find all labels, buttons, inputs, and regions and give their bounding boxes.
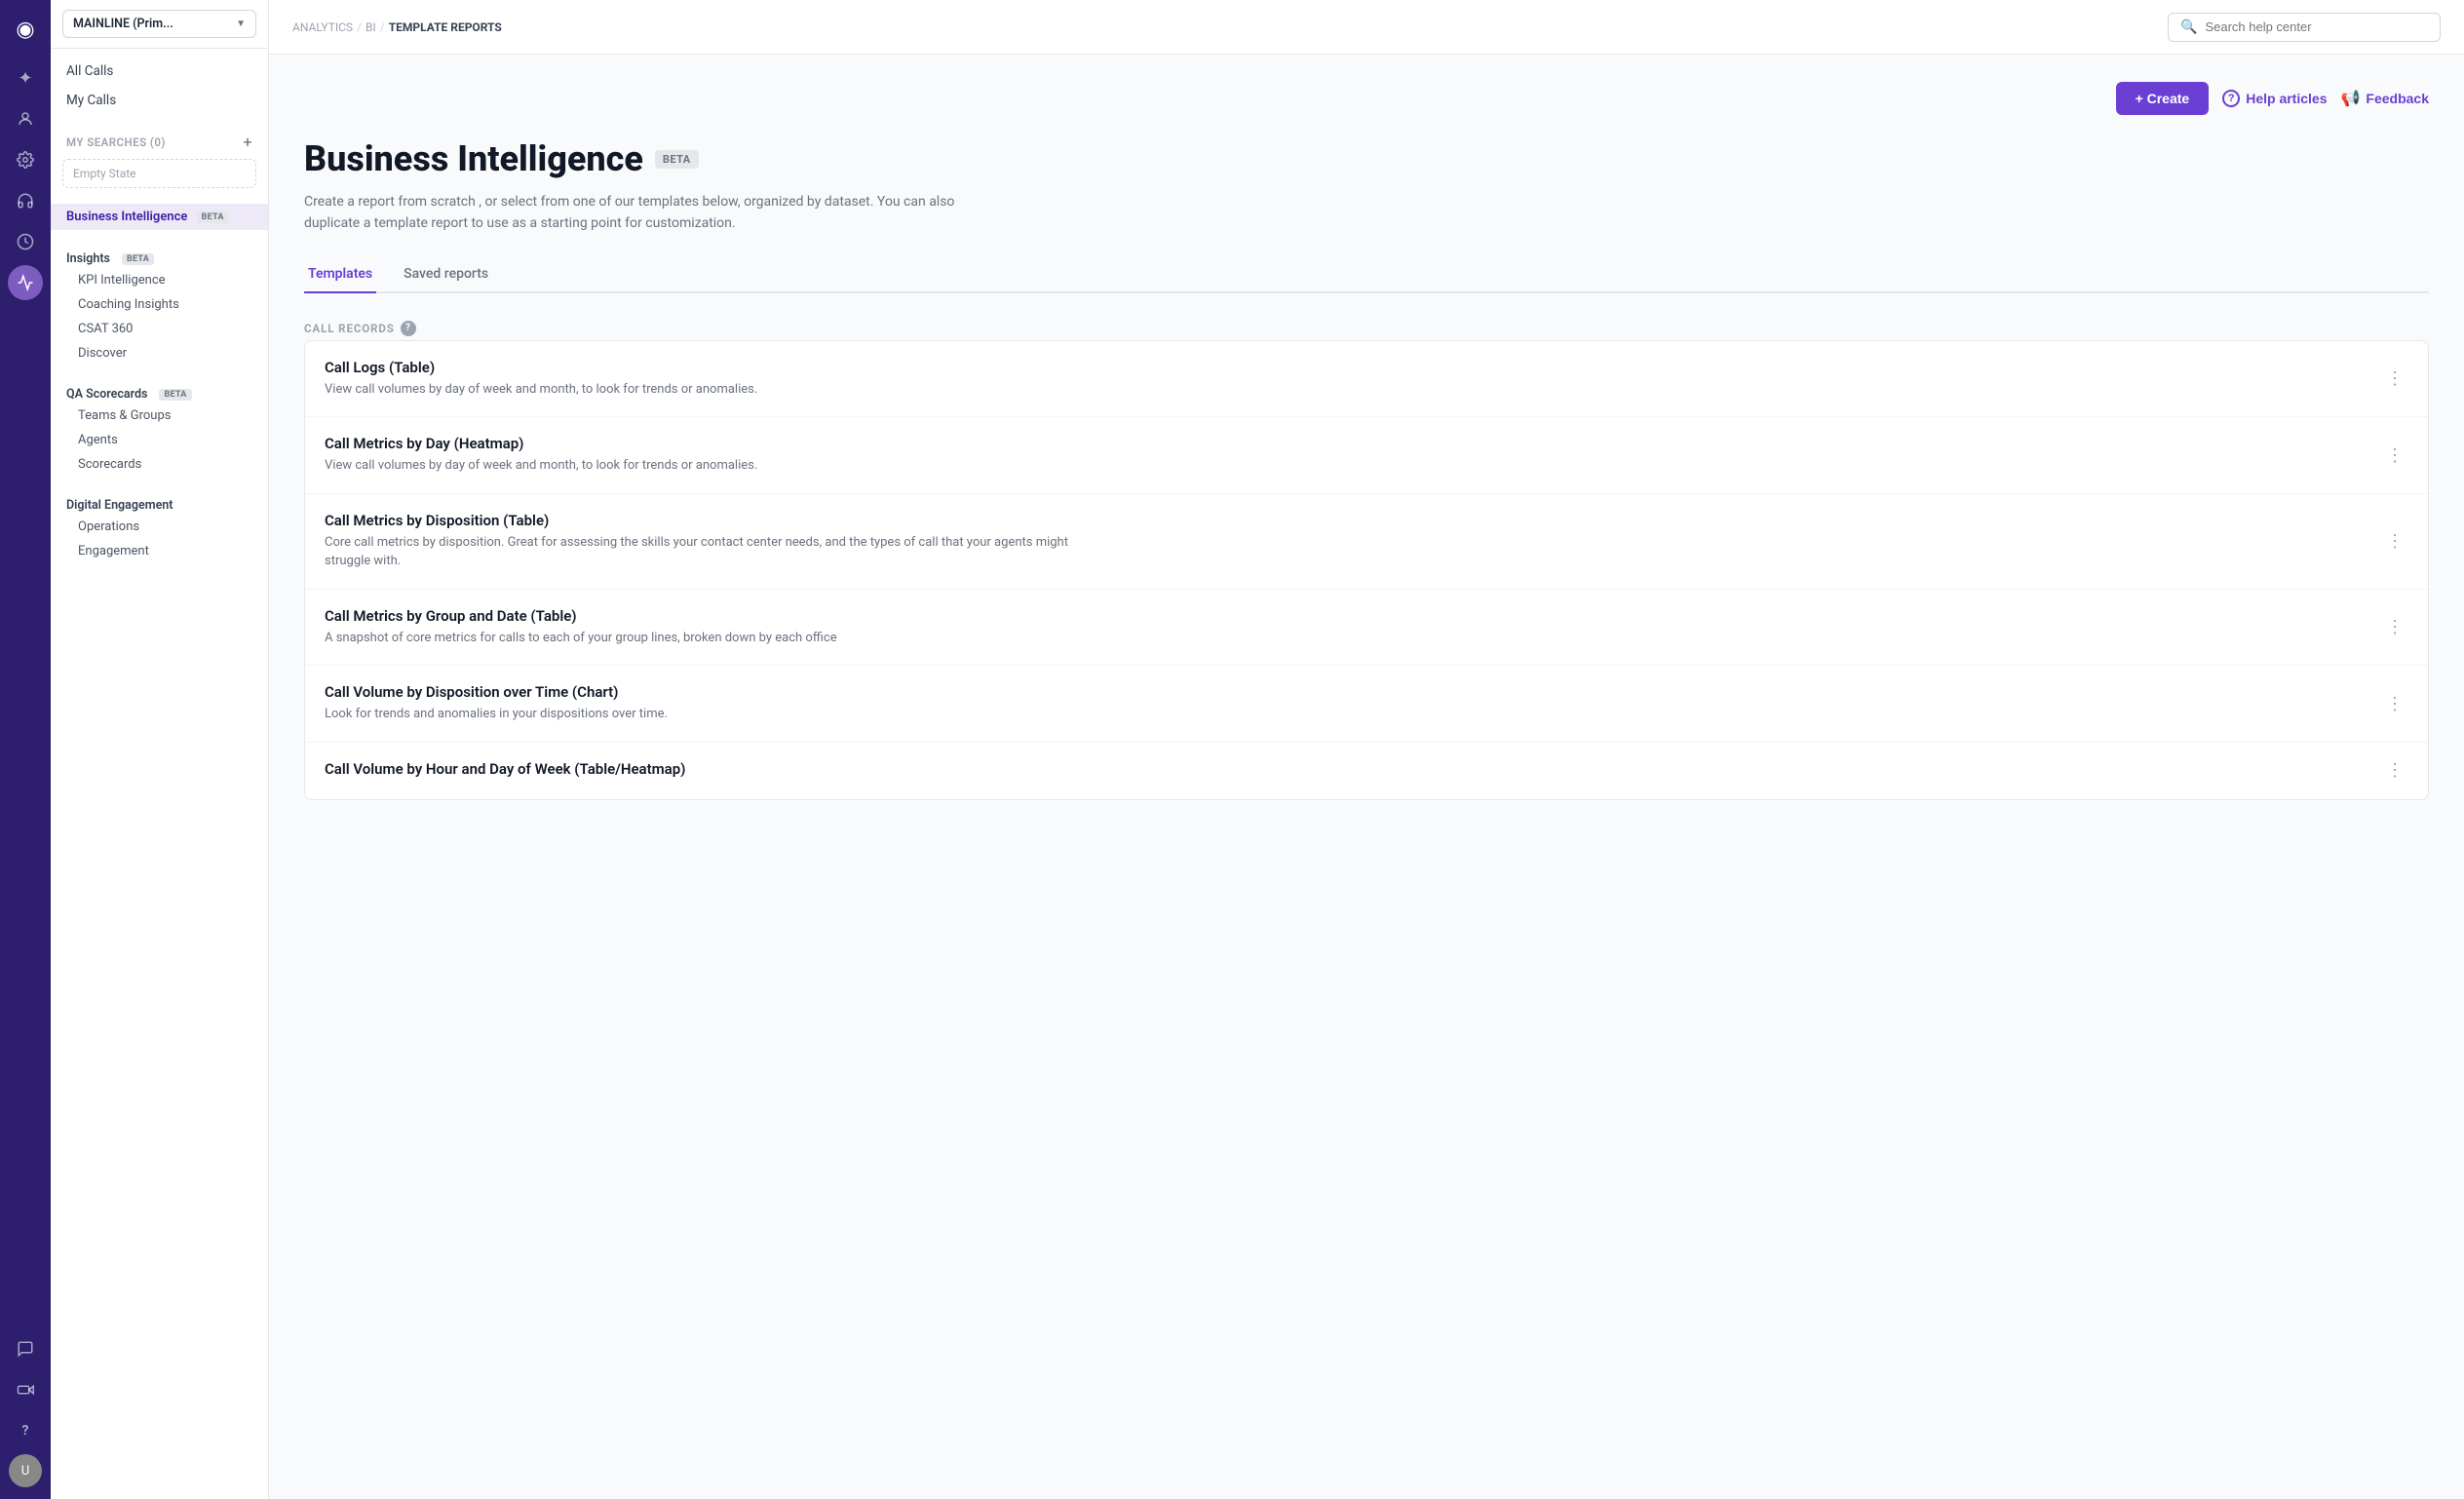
sidebar-item-csat-360[interactable]: CSAT 360 [51, 317, 268, 341]
sidebar: MAINLINE (Prim... ▼ All Calls My Calls M… [51, 0, 269, 1499]
report-title-4: Call Volume by Disposition over Time (Ch… [325, 683, 2382, 701]
workspace-label: MAINLINE (Prim... [73, 17, 173, 31]
section-label-call-records: CALL RECORDS ? [304, 321, 2429, 336]
report-title-3: Call Metrics by Group and Date (Table) [325, 607, 2382, 625]
report-menu-0[interactable]: ⋮ [2382, 368, 2408, 389]
breadcrumb: ANALYTICS / BI / TEMPLATE REPORTS [292, 20, 502, 34]
video-icon[interactable] [8, 1372, 43, 1407]
report-desc-4: Look for trends and anomalies in your di… [325, 705, 1085, 724]
report-item-4: Call Volume by Disposition over Time (Ch… [305, 666, 2428, 743]
sidebar-item-all-calls[interactable]: All Calls [51, 57, 268, 86]
report-item-2: Call Metrics by Disposition (Table) Core… [305, 494, 2428, 590]
report-title-5: Call Volume by Hour and Day of Week (Tab… [325, 760, 2382, 778]
empty-state-item[interactable]: Empty State [62, 159, 256, 188]
sidebar-item-business-intelligence[interactable]: Business Intelligence BETA [51, 204, 268, 230]
page-description: Create a report from scratch , or select… [304, 191, 967, 235]
question-icon[interactable]: ? [8, 1413, 43, 1448]
content-toolbar: + Create ? Help articles 📢 Feedback [304, 82, 2429, 115]
report-desc-1: View call volumes by day of week and mon… [325, 456, 1085, 476]
report-menu-5[interactable]: ⋮ [2382, 760, 2408, 781]
chat-bubbles-icon[interactable] [8, 1331, 43, 1366]
main-content: ANALYTICS / BI / TEMPLATE REPORTS 🔍 + Cr… [269, 0, 2464, 1499]
topbar: ANALYTICS / BI / TEMPLATE REPORTS 🔍 [269, 0, 2464, 55]
sidebar-top: MAINLINE (Prim... ▼ [51, 0, 268, 49]
help-search-box[interactable]: 🔍 [2168, 13, 2441, 42]
report-title-1: Call Metrics by Day (Heatmap) [325, 435, 2382, 452]
sidebar-item-scorecards[interactable]: Scorecards [51, 452, 268, 477]
my-searches-section: My Searches (0) + [51, 123, 268, 155]
tab-templates[interactable]: Templates [304, 258, 376, 293]
avatar[interactable]: U [9, 1454, 42, 1487]
page-title: Business Intelligence BETA [304, 138, 2429, 179]
insights-beta-badge: BETA [122, 253, 154, 265]
topbar-right: 🔍 [2168, 13, 2441, 42]
feedback-icon: 📢 [2340, 89, 2360, 108]
sidebar-item-coaching-insights[interactable]: Coaching Insights [51, 292, 268, 317]
beta-badge: BETA [655, 150, 699, 169]
add-search-button[interactable]: + [243, 133, 252, 151]
report-menu-3[interactable]: ⋮ [2382, 617, 2408, 637]
help-articles-button[interactable]: ? Help articles [2222, 90, 2327, 107]
breadcrumb-current: TEMPLATE REPORTS [389, 20, 502, 34]
sidebar-item-kpi-intelligence[interactable]: KPI Intelligence [51, 268, 268, 292]
bi-label: Business Intelligence [66, 210, 187, 224]
breadcrumb-analytics: ANALYTICS [292, 20, 353, 34]
sparkle-icon[interactable]: ✦ [8, 60, 43, 96]
sidebar-item-agents[interactable]: Agents [51, 428, 268, 452]
gear-icon[interactable] [8, 142, 43, 177]
report-item-5: Call Volume by Hour and Day of Week (Tab… [305, 743, 2428, 799]
bi-beta-badge: BETA [197, 211, 229, 223]
analytics-icon[interactable] [8, 265, 43, 300]
person-icon[interactable] [8, 101, 43, 136]
my-searches-label: My Searches (0) [66, 135, 166, 149]
my-calls-label: My Calls [66, 93, 116, 108]
report-menu-4[interactable]: ⋮ [2382, 694, 2408, 714]
report-desc-0: View call volumes by day of week and mon… [325, 380, 1085, 400]
chevron-down-icon: ▼ [236, 19, 246, 29]
sidebar-nav: All Calls My Calls [51, 49, 268, 123]
tabs: Templates Saved reports [304, 258, 2429, 293]
sidebar-item-my-calls[interactable]: My Calls [51, 86, 268, 115]
report-menu-1[interactable]: ⋮ [2382, 445, 2408, 466]
tab-saved-reports[interactable]: Saved reports [400, 258, 492, 293]
report-menu-2[interactable]: ⋮ [2382, 531, 2408, 552]
help-circle-icon: ? [2222, 90, 2240, 107]
section-help-icon[interactable]: ? [401, 321, 416, 336]
logo-icon[interactable]: ◉ [8, 12, 43, 47]
workspace-selector[interactable]: MAINLINE (Prim... ▼ [62, 10, 256, 38]
report-item-1: Call Metrics by Day (Heatmap) View call … [305, 417, 2428, 494]
sidebar-item-engagement[interactable]: Engagement [51, 539, 268, 563]
report-title-0: Call Logs (Table) [325, 359, 2382, 376]
search-icon: 🔍 [2180, 19, 2197, 35]
sidebar-item-teams-groups[interactable]: Teams & Groups [51, 404, 268, 428]
digital-engagement-group-header: Digital Engagement [51, 488, 268, 515]
sidebar-item-operations[interactable]: Operations [51, 515, 268, 539]
create-button[interactable]: + Create [2116, 82, 2210, 115]
feedback-button[interactable]: 📢 Feedback [2340, 89, 2429, 108]
breadcrumb-bi: BI [366, 20, 376, 34]
insights-group-header: Insights BETA [51, 242, 268, 268]
all-calls-label: All Calls [66, 63, 113, 79]
report-desc-2: Core call metrics by disposition. Great … [325, 533, 1085, 571]
icon-rail: ◉ ✦ ? U [0, 0, 51, 1499]
report-list: Call Logs (Table) View call volumes by d… [304, 340, 2429, 800]
report-item-3: Call Metrics by Group and Date (Table) A… [305, 590, 2428, 667]
clock-icon[interactable] [8, 224, 43, 259]
headset-icon[interactable] [8, 183, 43, 218]
report-desc-3: A snapshot of core metrics for calls to … [325, 629, 1085, 648]
sidebar-item-discover[interactable]: Discover [51, 341, 268, 365]
qa-beta-badge: BETA [159, 389, 191, 401]
report-title-2: Call Metrics by Disposition (Table) [325, 512, 2382, 529]
report-item-0: Call Logs (Table) View call volumes by d… [305, 341, 2428, 418]
content-area: + Create ? Help articles 📢 Feedback Busi… [269, 55, 2464, 1499]
qa-scorecards-group-header: QA Scorecards BETA [51, 377, 268, 404]
search-input[interactable] [2205, 19, 2428, 34]
